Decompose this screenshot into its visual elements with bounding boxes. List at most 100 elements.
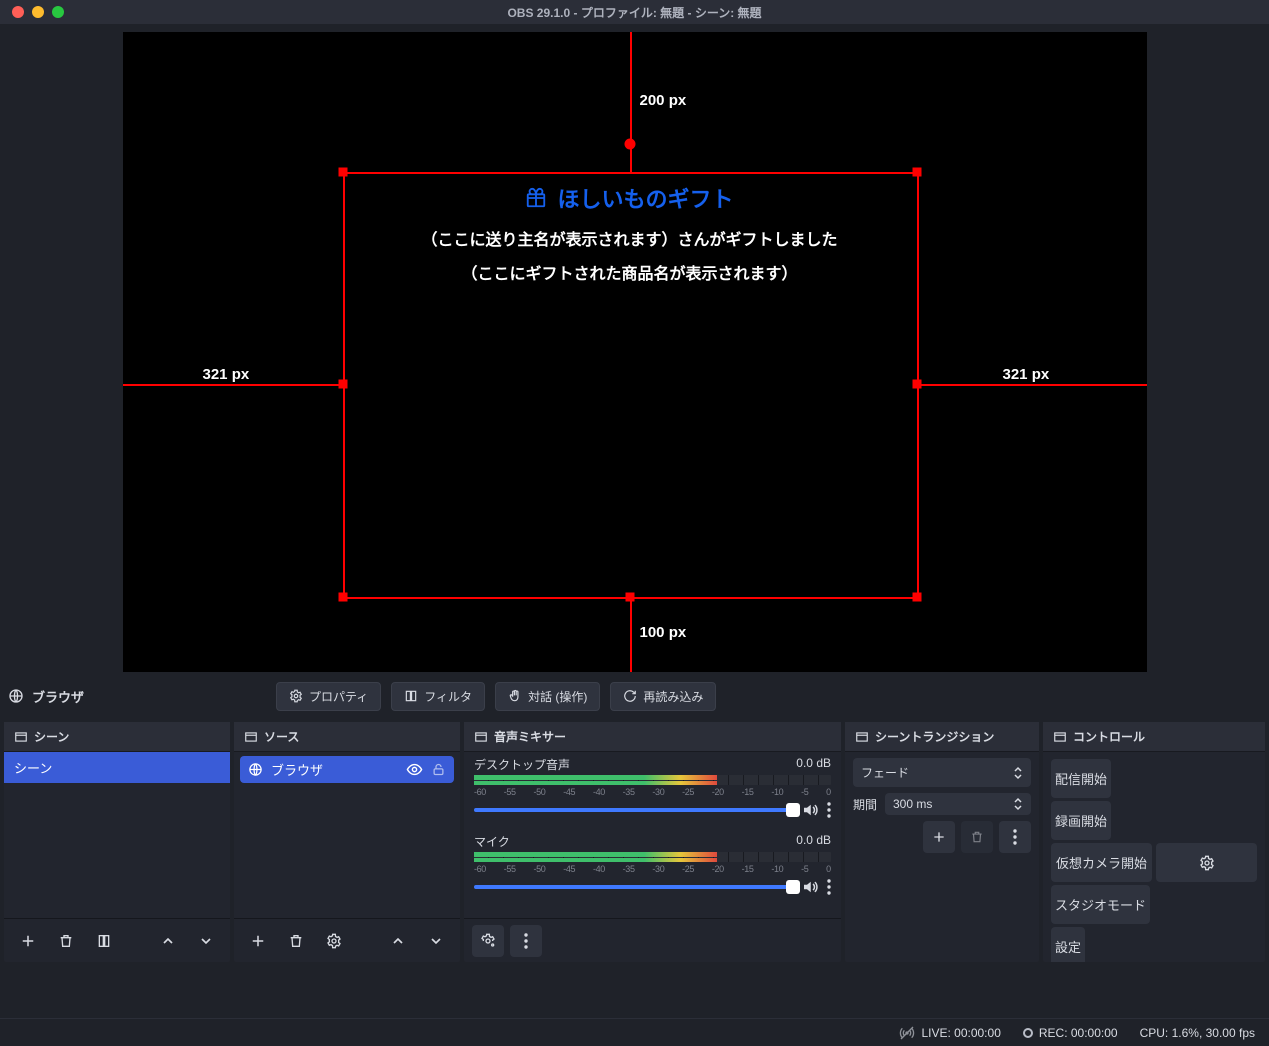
meter-ticks: -60-55-50-45-40-35-30-25-20-15-10-50 xyxy=(474,864,831,874)
mixer-menu-button[interactable] xyxy=(510,925,542,957)
dock-icon xyxy=(1053,730,1067,744)
remove-transition-button[interactable] xyxy=(961,821,993,853)
status-cpu: CPU: 1.6%, 30.00 fps xyxy=(1140,1026,1255,1040)
interact-button[interactable]: 対話 (操作) xyxy=(495,682,600,711)
dock-icon xyxy=(244,730,258,744)
scenes-dock: シーン シーン xyxy=(4,722,230,962)
gift-line-2: （ここにギフトされた商品名が表示されます） xyxy=(343,260,917,284)
eye-icon[interactable] xyxy=(406,761,423,778)
close-window-icon[interactable] xyxy=(12,6,24,18)
transitions-dock: シーントランジション フェード 期間 300 ms xyxy=(845,722,1039,962)
broadcast-icon xyxy=(899,1025,915,1041)
gift-icon xyxy=(525,187,547,209)
audio-meter xyxy=(474,852,831,862)
scene-up-button[interactable] xyxy=(152,925,184,957)
mixer-channel: デスクトップ音声 0.0 dB -60-55-50-45-40-35-30-25… xyxy=(464,752,841,829)
updown-icon xyxy=(1013,766,1023,780)
reload-icon xyxy=(623,689,637,703)
spinner-icon[interactable] xyxy=(1013,797,1023,811)
interact-label: 対話 (操作) xyxy=(528,688,587,705)
filters-button[interactable]: フィルタ xyxy=(391,682,485,711)
properties-button[interactable]: プロパティ xyxy=(276,682,381,711)
scene-down-button[interactable] xyxy=(190,925,222,957)
transition-select[interactable]: フェード xyxy=(853,758,1031,787)
hand-icon xyxy=(508,689,522,703)
start-virtual-camera-button[interactable]: 仮想カメラ開始 xyxy=(1051,843,1152,882)
status-rec: REC: 00:00:00 xyxy=(1039,1026,1118,1040)
source-context-toolbar: ブラウザ プロパティ フィルタ 対話 (操作) 再読み込み xyxy=(0,674,1269,718)
volume-slider[interactable] xyxy=(474,885,793,889)
controls-dock: コントロール 配信開始 録画開始 仮想カメラ開始 スタジオモード 設定 終了 xyxy=(1043,722,1265,962)
reload-label: 再読み込み xyxy=(643,688,703,705)
status-live: LIVE: 00:00:00 xyxy=(921,1026,1000,1040)
source-down-button[interactable] xyxy=(420,925,452,957)
controls-title: コントロール xyxy=(1073,728,1145,745)
mixer-channel-name: デスクトップ音声 xyxy=(474,756,570,773)
preview-area[interactable]: 200 px 321 px 321 px 100 px ほしいものギフト （ここ… xyxy=(0,24,1269,674)
transitions-title: シーントランジション xyxy=(875,728,994,745)
studio-mode-button[interactable]: スタジオモード xyxy=(1051,885,1150,924)
gift-line-1: （ここに送り主名が表示されます）さんがギフトしました xyxy=(343,226,917,250)
audio-meter xyxy=(474,775,831,785)
scene-filter-button[interactable] xyxy=(88,925,120,957)
source-up-button[interactable] xyxy=(382,925,414,957)
mixer-channel-db: 0.0 dB xyxy=(796,833,831,850)
maximize-window-icon[interactable] xyxy=(52,6,64,18)
duration-input[interactable]: 300 ms xyxy=(885,793,1031,815)
add-source-button[interactable] xyxy=(242,925,274,957)
guide-label-right: 321 px xyxy=(1003,366,1050,383)
scene-item[interactable]: シーン xyxy=(4,752,230,783)
reload-button[interactable]: 再読み込み xyxy=(610,682,716,711)
gift-heading: ほしいものギフト xyxy=(557,182,733,214)
source-item[interactable]: ブラウザ xyxy=(240,756,454,783)
lock-icon[interactable] xyxy=(431,762,446,777)
start-streaming-button[interactable]: 配信開始 xyxy=(1051,759,1111,798)
source-item-label: ブラウザ xyxy=(271,760,323,779)
mixer-channel-name: マイク xyxy=(474,833,510,850)
transition-menu-button[interactable] xyxy=(999,821,1031,853)
dock-icon xyxy=(14,730,28,744)
mixer-channel-db: 0.0 dB xyxy=(796,756,831,773)
speaker-icon[interactable] xyxy=(801,878,819,896)
filters-label: フィルタ xyxy=(424,688,472,705)
window-title: OBS 29.1.0 - プロファイル: 無題 - シーン: 無題 xyxy=(507,4,761,21)
sources-title: ソース xyxy=(264,728,299,745)
channel-menu-icon[interactable] xyxy=(827,802,831,818)
dock-icon xyxy=(855,730,869,744)
minimize-window-icon[interactable] xyxy=(32,6,44,18)
guide-label-left: 321 px xyxy=(203,366,250,383)
filters-icon xyxy=(404,689,418,703)
add-transition-button[interactable] xyxy=(923,821,955,853)
source-properties-button[interactable] xyxy=(318,925,350,957)
channel-menu-icon[interactable] xyxy=(827,879,831,895)
mixer-title: 音声ミキサー xyxy=(494,728,566,745)
start-recording-button[interactable]: 録画開始 xyxy=(1051,801,1111,840)
properties-label: プロパティ xyxy=(309,688,368,705)
sources-dock: ソース ブラウザ xyxy=(234,722,460,962)
context-source-name: ブラウザ xyxy=(32,687,84,706)
mixer-channel: マイク 0.0 dB -60-55-50-45-40-35-30-25-20-1… xyxy=(464,829,841,906)
meter-ticks: -60-55-50-45-40-35-30-25-20-15-10-50 xyxy=(474,787,831,797)
virtual-camera-settings-button[interactable] xyxy=(1156,843,1257,882)
volume-slider[interactable] xyxy=(474,808,793,812)
add-scene-button[interactable] xyxy=(12,925,44,957)
guide-label-bottom: 100 px xyxy=(640,624,687,641)
mixer-advanced-button[interactable] xyxy=(472,925,504,957)
remove-scene-button[interactable] xyxy=(50,925,82,957)
globe-icon xyxy=(8,688,24,704)
status-bar: LIVE: 00:00:00 REC: 00:00:00 CPU: 1.6%, … xyxy=(0,1018,1269,1046)
globe-icon xyxy=(248,762,263,777)
speaker-icon[interactable] xyxy=(801,801,819,819)
settings-button[interactable]: 設定 xyxy=(1051,927,1085,962)
title-bar: OBS 29.1.0 - プロファイル: 無題 - シーン: 無題 xyxy=(0,0,1269,24)
transition-selected: フェード xyxy=(861,764,909,781)
remove-source-button[interactable] xyxy=(280,925,312,957)
gear-icon xyxy=(289,689,303,703)
record-indicator-icon xyxy=(1023,1028,1033,1038)
guide-label-top: 200 px xyxy=(640,92,687,109)
duration-label: 期間 xyxy=(853,796,879,813)
scenes-title: シーン xyxy=(34,728,69,745)
duration-value: 300 ms xyxy=(893,797,932,811)
audio-mixer-dock: 音声ミキサー デスクトップ音声 0.0 dB -60-55-50-45-40-3… xyxy=(464,722,841,962)
dock-icon xyxy=(474,730,488,744)
